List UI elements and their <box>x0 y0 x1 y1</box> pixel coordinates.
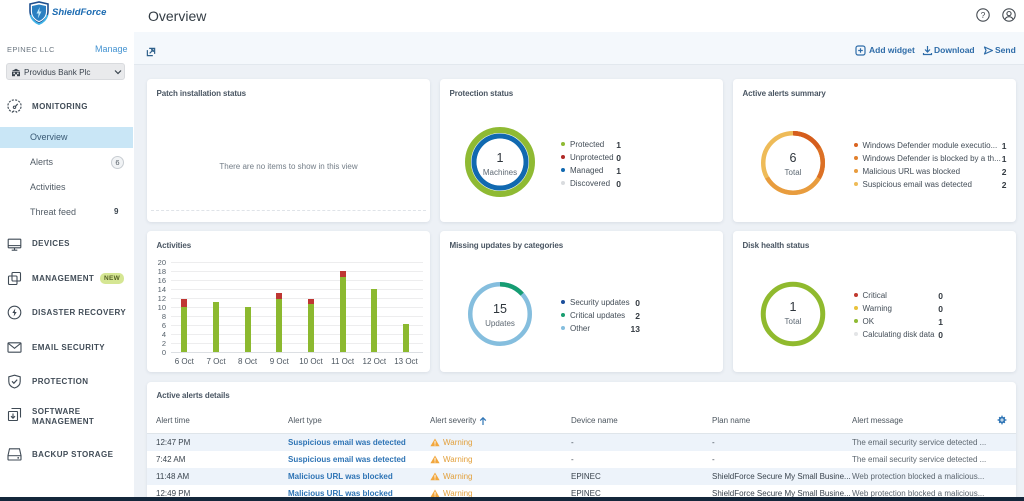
svg-text:?: ? <box>981 10 986 20</box>
